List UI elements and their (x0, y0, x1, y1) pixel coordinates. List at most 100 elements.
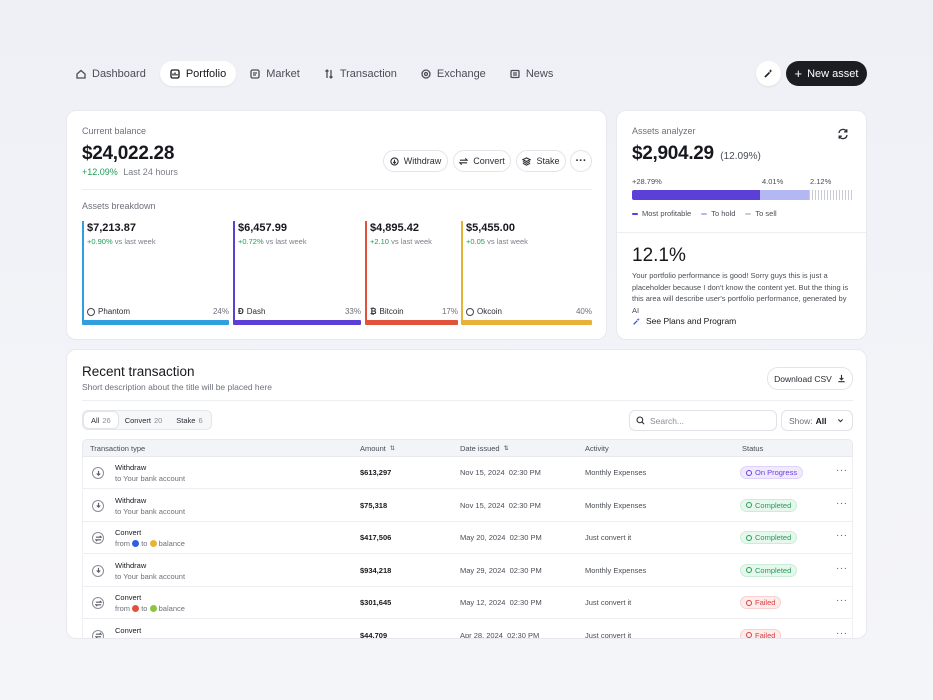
asset-dash[interactable]: $6,457.99 +0.72% vs last week Ɖ Dash 33% (233, 221, 361, 328)
col-label: Status (742, 444, 764, 453)
tx-sub-end: balance (158, 604, 185, 613)
bitcoin-coin-icon: ₿ (370, 307, 377, 316)
stake-button[interactable]: Stake (516, 150, 566, 172)
row-more-button[interactable]: ··· (836, 628, 848, 639)
status-label: Completed (755, 565, 792, 575)
nav-market[interactable]: Market (240, 61, 310, 86)
table-row[interactable]: Withdraw to Your bank account $75,318 Nov 1… (82, 489, 853, 522)
asset-pct: 24% (212, 307, 229, 316)
row-more-button[interactable]: ··· (836, 530, 848, 541)
asset-name: Okcoin (477, 307, 502, 316)
status-icon (746, 599, 752, 606)
tx-date-row: Nov 15, 2024 02:30 PM (460, 501, 541, 510)
tx-sub-row: to Your bank account (115, 572, 185, 581)
nav-label: Dashboard (92, 67, 146, 80)
status-badge: Completed (740, 563, 798, 577)
tab-count: 6 (198, 415, 203, 425)
tab-stake[interactable]: Stake 6 (169, 412, 209, 428)
portfolio-icon (170, 68, 180, 79)
tx-search-input[interactable]: Search... (629, 410, 777, 431)
transaction-icon (324, 68, 333, 79)
tx-time: 02:30 PM (508, 500, 541, 510)
legend-swatch (632, 212, 638, 215)
asset-okcoin[interactable]: $5,455.00 +0.05 vs last week Okcoin 40% (461, 221, 592, 328)
table-row[interactable]: Convert from to balance $417,506 May 20, 20… (82, 522, 853, 554)
tx-time: 02:30 PM (509, 533, 542, 542)
col-date[interactable]: Date issued ⇅ (460, 444, 509, 453)
legend-hold: To hold (701, 209, 735, 218)
see-plans-link[interactable]: See Plans and Program (632, 316, 736, 326)
convert-label: Convert (473, 156, 505, 166)
tx-type: Convert (115, 528, 142, 537)
tx-subtitle: Short description about the title will b… (82, 382, 272, 392)
asset-value: $6,457.99 (238, 222, 287, 234)
col-amount[interactable]: Amount ⇅ (360, 444, 395, 453)
tx-sub-to: to (141, 539, 148, 548)
asset-change-row: +0.05 vs last week (466, 237, 528, 246)
new-asset-label: New asset (807, 67, 859, 80)
table-row[interactable]: Withdraw to Your bank account $613,297 Nov … (82, 457, 853, 489)
row-more-button[interactable]: ··· (836, 498, 848, 509)
asset-value: $7,213.87 (87, 222, 136, 234)
balance-change: +12.09% (82, 167, 118, 177)
asset-change-row: +0.90% vs last week (87, 237, 156, 246)
refresh-button[interactable] (837, 127, 849, 145)
table-row[interactable]: Withdraw to Your bank account $934,218 May … (82, 554, 853, 587)
table-row[interactable]: Convert from to balance $44,709 Apr 28, 202… (82, 619, 853, 639)
table-row[interactable]: Convert from to balance $301,645 May 12, 20… (82, 587, 853, 619)
asset-change-row: +2.10 vs last week (370, 237, 432, 246)
nav-news[interactable]: News (500, 61, 564, 86)
tx-sub-end: balance (159, 637, 185, 639)
analyzer-amount: $2,904.29 (632, 143, 714, 164)
okcoin-coin-icon (466, 307, 474, 316)
dash-coin-icon: Ɖ (238, 307, 244, 316)
asset-bar (365, 320, 458, 325)
tx-amount: $75,318 (360, 500, 388, 510)
tx-sub-row: from to balance (115, 637, 185, 639)
balance-change-row: +12.09% Last 24 hours (82, 167, 178, 177)
tx-activity: Monthly Expenses (585, 468, 647, 477)
convert-button[interactable]: Convert (453, 150, 511, 172)
market-icon (250, 68, 260, 79)
tab-count: 20 (153, 415, 163, 425)
chevron-down-icon (837, 419, 844, 423)
new-asset-button[interactable]: + New asset (786, 61, 867, 86)
tx-type: Withdraw (115, 463, 147, 472)
tx-date-row: May 29, 2024 02:30 PM (460, 566, 542, 575)
col-label: Transaction type (90, 444, 146, 453)
status-badge: Completed (740, 531, 798, 544)
nav-dashboard[interactable]: Dashboard (66, 61, 156, 86)
tx-date: May 29, 2024 (460, 565, 506, 575)
tx-date-row: Apr 28, 2024 02:30 PM (460, 631, 539, 639)
ai-magic-button[interactable] (756, 61, 781, 86)
tx-amount: $934,218 (360, 565, 392, 575)
row-more-button[interactable]: ··· (836, 595, 848, 606)
withdraw-button[interactable]: Withdraw (383, 150, 448, 172)
tx-sub-to: to (141, 637, 147, 639)
coin-icon (149, 637, 157, 638)
tab-convert[interactable]: Convert 20 (118, 412, 170, 428)
asset-change: +0.90% (87, 237, 113, 246)
tab-all[interactable]: All 26 (84, 412, 118, 428)
more-actions-button[interactable]: ··· (570, 150, 592, 172)
legend-sell: To sell (745, 209, 777, 218)
row-more-button[interactable]: ··· (836, 563, 848, 574)
current-balance-card: Current balance $24,022.28 +12.09% Last … (66, 110, 607, 340)
performance-value: 12.1% (632, 245, 686, 266)
analyzer-legend: Most profitable To hold To sell (632, 209, 777, 218)
asset-bitcoin[interactable]: $4,895.42 +2.10 vs last week ₿ Bitcoin 17… (365, 221, 458, 328)
download-csv-button[interactable]: Download CSV (767, 367, 853, 390)
coin-icon (132, 605, 140, 612)
nav-transaction[interactable]: Transaction (314, 61, 407, 86)
nav-exchange[interactable]: Exchange (411, 61, 496, 86)
tx-type-icon (92, 467, 104, 479)
tx-filter-tabs: All 26 Convert 20 Stake 6 (82, 410, 212, 430)
show-filter-select[interactable]: Show: All (781, 410, 853, 431)
exchange-icon (421, 68, 431, 79)
show-value: All (815, 415, 827, 426)
asset-phantom[interactable]: $7,213.87 +0.90% vs last week Phantom 24… (82, 221, 229, 328)
tx-type: Withdraw (115, 560, 147, 570)
nav-portfolio[interactable]: Portfolio (159, 61, 237, 86)
row-more-button[interactable]: ··· (836, 465, 848, 476)
tx-activity: Just convert it (585, 598, 632, 607)
